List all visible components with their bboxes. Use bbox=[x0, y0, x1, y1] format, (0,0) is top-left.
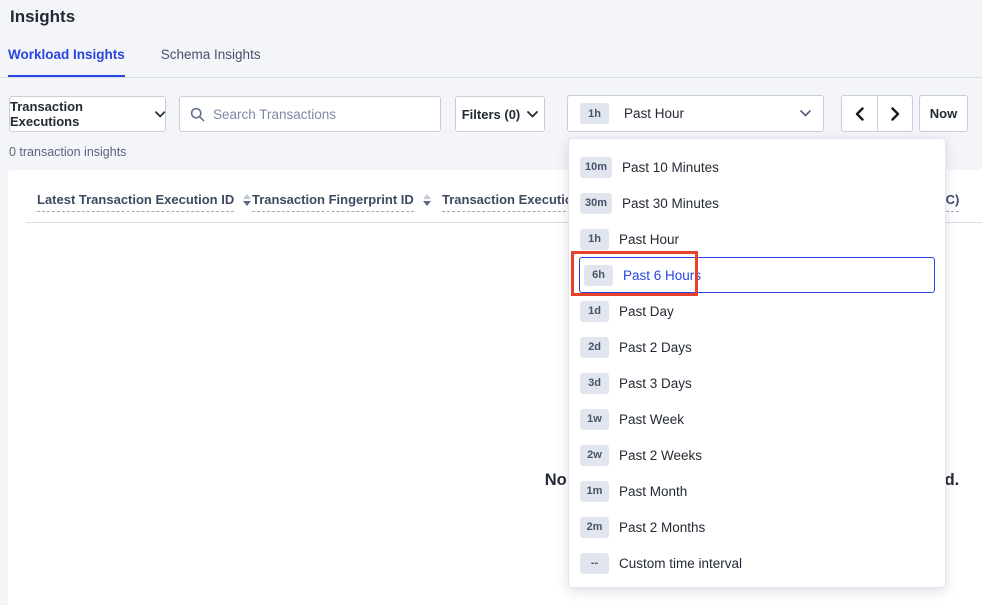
time-option-badge: 3d bbox=[580, 373, 609, 394]
time-option[interactable]: 2d Past 2 Days bbox=[569, 329, 945, 365]
sort-icon[interactable] bbox=[423, 194, 431, 206]
page-header: Insights Workload Insights Schema Insigh… bbox=[0, 0, 982, 78]
time-option-label: Past 30 Minutes bbox=[622, 196, 719, 211]
time-option-badge: 10m bbox=[580, 157, 612, 178]
chevron-down-icon bbox=[527, 111, 538, 118]
chevron-down-icon bbox=[800, 110, 811, 117]
time-option-label: Custom time interval bbox=[619, 556, 742, 571]
tab-schema-insights[interactable]: Schema Insights bbox=[161, 47, 261, 77]
time-option[interactable]: 1m Past Month bbox=[569, 473, 945, 509]
search-icon bbox=[190, 107, 205, 122]
time-interval-label: Past Hour bbox=[624, 106, 800, 121]
time-option-badge: 6h bbox=[584, 265, 613, 286]
now-button[interactable]: Now bbox=[919, 95, 968, 132]
insights-page: Insights Workload Insights Schema Insigh… bbox=[0, 0, 982, 605]
time-option-label: Past 2 Months bbox=[619, 520, 705, 535]
search-box bbox=[179, 96, 441, 132]
chevron-down-icon bbox=[155, 111, 165, 118]
page-title: Insights bbox=[10, 7, 75, 27]
sort-icon[interactable] bbox=[243, 194, 251, 206]
time-option-badge: 1h bbox=[580, 229, 609, 250]
time-option-label: Past Month bbox=[619, 484, 687, 499]
filters-label: Filters (0) bbox=[462, 107, 521, 122]
now-label: Now bbox=[930, 106, 957, 121]
time-option[interactable]: 3d Past 3 Days bbox=[569, 365, 945, 401]
search-input[interactable] bbox=[213, 107, 430, 122]
tab-workload-insights[interactable]: Workload Insights bbox=[8, 47, 125, 77]
chevron-left-icon bbox=[855, 107, 864, 121]
time-option-badge: 1d bbox=[580, 301, 609, 322]
time-option-badge: 2w bbox=[580, 445, 609, 466]
time-step-controls bbox=[841, 95, 913, 132]
time-option[interactable]: 2w Past 2 Weeks bbox=[569, 437, 945, 473]
tab-bar: Workload Insights Schema Insights bbox=[8, 47, 261, 77]
next-interval-button[interactable] bbox=[877, 95, 913, 132]
time-option-label: Past 6 Hours bbox=[623, 268, 701, 283]
time-option-badge: 1w bbox=[580, 409, 609, 430]
time-option-label: Past 10 Minutes bbox=[622, 160, 719, 175]
time-interval-badge: 1h bbox=[580, 103, 609, 124]
time-option-label: Past 2 Weeks bbox=[619, 448, 702, 463]
time-option[interactable]: 30m Past 30 Minutes bbox=[569, 185, 945, 221]
column-header-latest-transaction-execution-id[interactable]: Latest Transaction Execution ID bbox=[37, 192, 251, 212]
time-option-label: Past Week bbox=[619, 412, 684, 427]
time-dropdown-list: 10m Past 10 Minutes 30m Past 30 Minutes … bbox=[569, 149, 945, 581]
time-option[interactable]: 1h Past Hour bbox=[569, 221, 945, 257]
insights-count: 0 transaction insights bbox=[9, 145, 126, 159]
time-option[interactable]: 1d Past Day bbox=[569, 293, 945, 329]
chevron-right-icon bbox=[891, 107, 900, 121]
time-option[interactable]: 2m Past 2 Months bbox=[569, 509, 945, 545]
time-option-label: Past Day bbox=[619, 304, 674, 319]
time-option[interactable]: 6h Past 6 Hours bbox=[579, 257, 935, 293]
time-option-label: Past 2 Days bbox=[619, 340, 692, 355]
time-option[interactable]: -- Custom time interval bbox=[569, 545, 945, 581]
time-option[interactable]: 10m Past 10 Minutes bbox=[569, 149, 945, 185]
previous-interval-button[interactable] bbox=[841, 95, 877, 132]
time-option-badge: 2m bbox=[580, 517, 609, 538]
view-select-label: Transaction Executions bbox=[10, 99, 148, 129]
time-option[interactable]: 1w Past Week bbox=[569, 401, 945, 437]
view-select-dropdown[interactable]: Transaction Executions bbox=[9, 96, 166, 132]
time-option-badge: 1m bbox=[580, 481, 609, 502]
time-option-badge: 30m bbox=[580, 193, 612, 214]
time-option-label: Past Hour bbox=[619, 232, 679, 247]
time-option-badge: 2d bbox=[580, 337, 609, 358]
filters-dropdown[interactable]: Filters (0) bbox=[455, 96, 545, 132]
column-header-transaction-fingerprint-id[interactable]: Transaction Fingerprint ID bbox=[252, 192, 431, 212]
time-interval-dropdown-trigger[interactable]: 1h Past Hour bbox=[567, 95, 824, 132]
time-option-badge: -- bbox=[580, 553, 609, 574]
time-interval-dropdown-menu: 10m Past 10 Minutes 30m Past 30 Minutes … bbox=[568, 138, 946, 588]
time-option-label: Past 3 Days bbox=[619, 376, 692, 391]
